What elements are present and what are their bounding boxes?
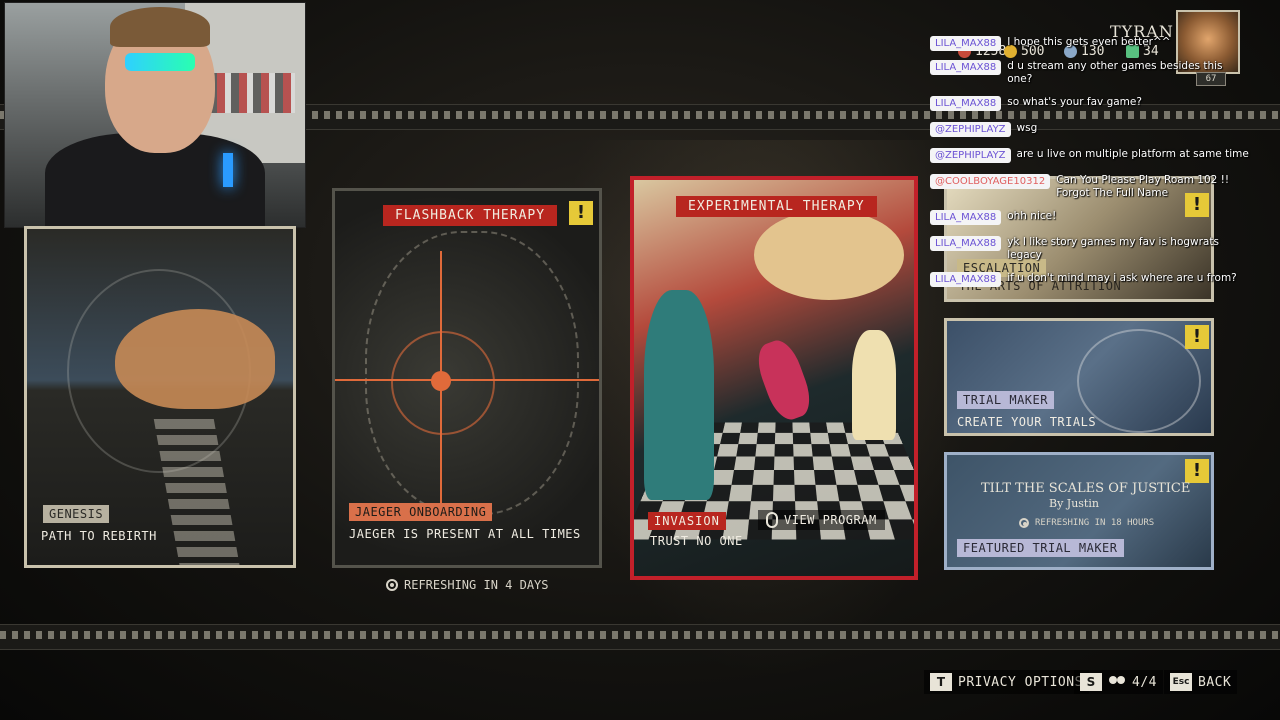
party-button[interactable]: S 4/4	[1074, 670, 1163, 694]
chat-text: ohh nice!	[1007, 210, 1057, 222]
back-button[interactable]: Esc BACK	[1164, 670, 1238, 694]
webcam-overlay	[4, 2, 306, 228]
alert-icon: !	[569, 201, 593, 225]
mouse-icon	[766, 512, 778, 528]
refresh-timer: REFRESHING IN 4 DAYS	[386, 578, 549, 592]
party-count: 4/4	[1132, 674, 1157, 690]
chat-username: LILA_MAX88	[930, 236, 1002, 251]
genesis-tag: GENESIS	[43, 505, 110, 523]
esc-key-hint: Esc	[1170, 673, 1192, 691]
webcam-glasses	[125, 53, 195, 71]
trial-maker-subtitle: CREATE YOUR TRIALS	[957, 415, 1097, 429]
view-program-button[interactable]: VIEW PROGRAM	[758, 510, 885, 530]
chat-username: @ZEPHIPLAYZ	[930, 148, 1011, 163]
experimental-tag: INVASION	[648, 512, 726, 530]
genesis-card[interactable]: GENESIS PATH TO REBIRTH	[24, 226, 296, 568]
chat-username: LILA_MAX88	[930, 96, 1002, 111]
chat-message: LILA_MAX88 ohh nice!	[930, 210, 1227, 225]
experimental-subtitle: TRUST NO ONE	[650, 534, 743, 548]
pink-chess-piece	[751, 335, 817, 425]
chat-username: @COOLBOYAGE10312	[930, 174, 1051, 189]
chat-message: LILA_MAX88 so what's your fav game?	[930, 96, 1227, 111]
flashback-tag: JAEGER ONBOARDING	[349, 503, 493, 521]
experimental-title: EXPERIMENTAL THERAPY	[676, 196, 877, 217]
chat-username: LILA_MAX88	[930, 272, 1002, 287]
stream-chat-overlay: LILA_MAX88 I hope this gets even better^…	[930, 36, 1250, 296]
trial-maker-tag: TRIAL MAKER	[957, 391, 1054, 409]
chat-message: @COOLBOYAGE10312 Can You Please Play Roa…	[930, 174, 1246, 200]
refresh-label: REFRESHING IN 4 DAYS	[404, 578, 549, 592]
privacy-options-button[interactable]: T PRIVACY OPTIONS	[924, 670, 1089, 694]
spine-illustration	[153, 419, 241, 565]
privacy-options-label: PRIVACY OPTIONS	[958, 674, 1083, 690]
flashback-title: FLASHBACK THERAPY	[383, 205, 558, 226]
genesis-subtitle: PATH TO REBIRTH	[41, 529, 157, 543]
chat-username: @ZEPHIPLAYZ	[930, 122, 1011, 137]
featured-trial-title: TILT THE SCALES OF JUSTICE	[981, 481, 1191, 496]
cream-chess-piece	[852, 330, 896, 440]
featured-refresh-timer: REFRESHING IN 18 HOURS	[1019, 518, 1154, 528]
trial-maker-card[interactable]: ! TRIAL MAKER CREATE YOUR TRIALS	[944, 318, 1214, 436]
chat-text: if u don't mind may i ask where are u fr…	[1007, 272, 1237, 284]
clock-icon	[386, 579, 398, 591]
party-icon	[1108, 676, 1126, 688]
brain-illustration	[115, 309, 275, 409]
webcam-light	[223, 153, 233, 187]
filmstrip-bottom	[0, 624, 1280, 650]
chat-text: Can You Please Play Roam 102 !! Forgot T…	[1056, 174, 1230, 199]
chat-message: LILA_MAX88 yk I like story games my fav …	[930, 236, 1227, 262]
chat-text: wsg	[1016, 122, 1038, 134]
chat-text: yk I like story games my fav is hogwrats…	[1007, 236, 1219, 261]
privacy-key-hint: T	[930, 673, 952, 691]
chat-text: I hope this gets even better^^	[1007, 36, 1171, 48]
chat-message: @ZEPHIPLAYZ wsg	[930, 122, 1237, 137]
clock-icon	[1019, 518, 1029, 528]
chat-message: LILA_MAX88 if u don't mind may i ask whe…	[930, 272, 1243, 287]
chat-text: so what's your fav game?	[1007, 96, 1142, 108]
back-label: BACK	[1198, 674, 1232, 690]
chat-text: d u stream any other games besides this …	[1007, 60, 1223, 85]
alert-icon: !	[1185, 459, 1209, 483]
flashback-therapy-card[interactable]: FLASHBACK THERAPY ! JAEGER ONBOARDING JA…	[332, 188, 602, 568]
view-program-label: VIEW PROGRAM	[784, 513, 877, 527]
featured-trial-tag: FEATURED TRIAL MAKER	[957, 539, 1124, 557]
chat-username: LILA_MAX88	[930, 210, 1002, 225]
featured-refresh-label: REFRESHING IN 18 HOURS	[1035, 518, 1155, 528]
alert-icon: !	[1185, 325, 1209, 349]
experimental-therapy-card[interactable]: EXPERIMENTAL THERAPY INVASION TRUST NO O…	[630, 176, 918, 580]
chat-username: LILA_MAX88	[930, 36, 1002, 51]
crosshair-center-icon	[431, 371, 451, 391]
chat-message: @ZEPHIPLAYZ are u live on multiple platf…	[930, 148, 1253, 163]
crosshair-horizontal	[335, 379, 599, 381]
party-key-hint: S	[1080, 673, 1102, 691]
chat-message: LILA_MAX88 d u stream any other games be…	[930, 60, 1227, 86]
featured-trial-author: By Justin	[1049, 497, 1099, 510]
chat-message: LILA_MAX88 I hope this gets even better^…	[930, 36, 1207, 51]
teal-chess-piece	[644, 290, 714, 500]
webcam-hair	[110, 7, 210, 47]
featured-trial-card[interactable]: ! TILT THE SCALES OF JUSTICE By Justin R…	[944, 452, 1214, 570]
chat-username: LILA_MAX88	[930, 60, 1002, 75]
flashback-subtitle: JAEGER IS PRESENT AT ALL TIMES	[349, 527, 581, 541]
chat-text: are u live on multiple platform at same …	[1016, 148, 1249, 160]
hand-illustration	[754, 210, 904, 300]
